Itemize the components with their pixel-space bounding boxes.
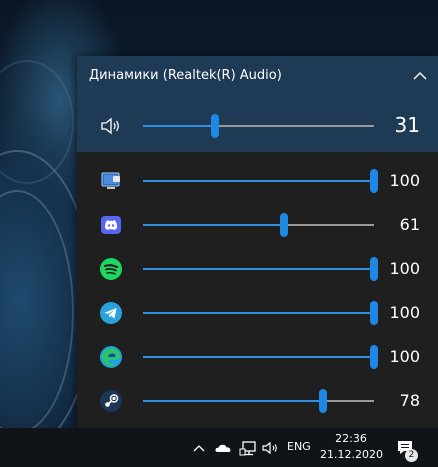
- slider-thumb[interactable]: [319, 389, 328, 413]
- taskbar: ENG 22:36 21.12.2020 2: [0, 428, 438, 467]
- app-volume-slider[interactable]: [143, 213, 374, 237]
- app-volume-value: 100: [389, 171, 420, 190]
- language-indicator[interactable]: ENG: [287, 440, 311, 453]
- app-volume-row-system-sounds: 100: [77, 159, 438, 203]
- speaker-icon[interactable]: [99, 114, 123, 138]
- master-volume-slider[interactable]: [143, 114, 374, 138]
- slider-thumb[interactable]: [279, 213, 288, 237]
- app-volume-slider[interactable]: [143, 169, 378, 193]
- device-name[interactable]: Динамики (Realtek(R) Audio): [89, 68, 282, 83]
- app-volume-row-steam: 78: [77, 379, 438, 423]
- app-volume-value: 100: [389, 303, 420, 322]
- app-volume-row-telegram: 100: [77, 291, 438, 335]
- device-panel: Динамики (Realtek(R) Audio) 31: [77, 56, 438, 152]
- app-volume-value: 78: [399, 391, 420, 410]
- app-volume-slider[interactable]: [143, 345, 378, 369]
- slider-fill: [143, 125, 215, 127]
- master-volume-row: 31: [77, 104, 438, 148]
- app-volume-value: 100: [389, 259, 420, 278]
- slider-fill: [143, 268, 374, 270]
- app-volume-slider[interactable]: [143, 257, 378, 281]
- spotify-icon: [100, 258, 122, 280]
- slider-fill: [143, 400, 324, 402]
- system-sounds-icon: [101, 172, 120, 189]
- master-volume-value: 31: [394, 113, 420, 137]
- chevron-up-icon[interactable]: [412, 68, 428, 84]
- slider-fill: [143, 180, 374, 182]
- app-volume-value: 61: [399, 215, 420, 234]
- discord-icon: [101, 216, 121, 234]
- slider-fill: [143, 312, 374, 314]
- network-icon[interactable]: [239, 438, 259, 458]
- app-volume-value: 100: [389, 347, 420, 366]
- clock-date: 21.12.2020: [320, 448, 383, 461]
- app-volume-slider[interactable]: [143, 389, 374, 413]
- volume-flyout: Динамики (Realtek(R) Audio) 31 100 61 10…: [77, 56, 438, 428]
- telegram-icon: [100, 302, 122, 324]
- volume-tray-icon[interactable]: [261, 438, 281, 458]
- onedrive-cloud-icon[interactable]: [214, 438, 234, 458]
- edge-icon: [100, 346, 122, 368]
- app-volume-row-spotify: 100: [77, 247, 438, 291]
- clock[interactable]: 22:36 21.12.2020: [320, 431, 383, 463]
- notification-badge: 2: [405, 449, 418, 462]
- app-volume-row-discord: 61: [77, 203, 438, 247]
- slider-fill: [143, 224, 284, 226]
- chevron-up-icon[interactable]: [192, 438, 206, 458]
- app-volume-slider[interactable]: [143, 301, 378, 325]
- slider-fill: [143, 356, 374, 358]
- steam-icon: [100, 390, 122, 412]
- slider-thumb[interactable]: [210, 114, 219, 138]
- clock-time: 22:36: [335, 432, 367, 445]
- app-volume-row-edge: 100: [77, 335, 438, 379]
